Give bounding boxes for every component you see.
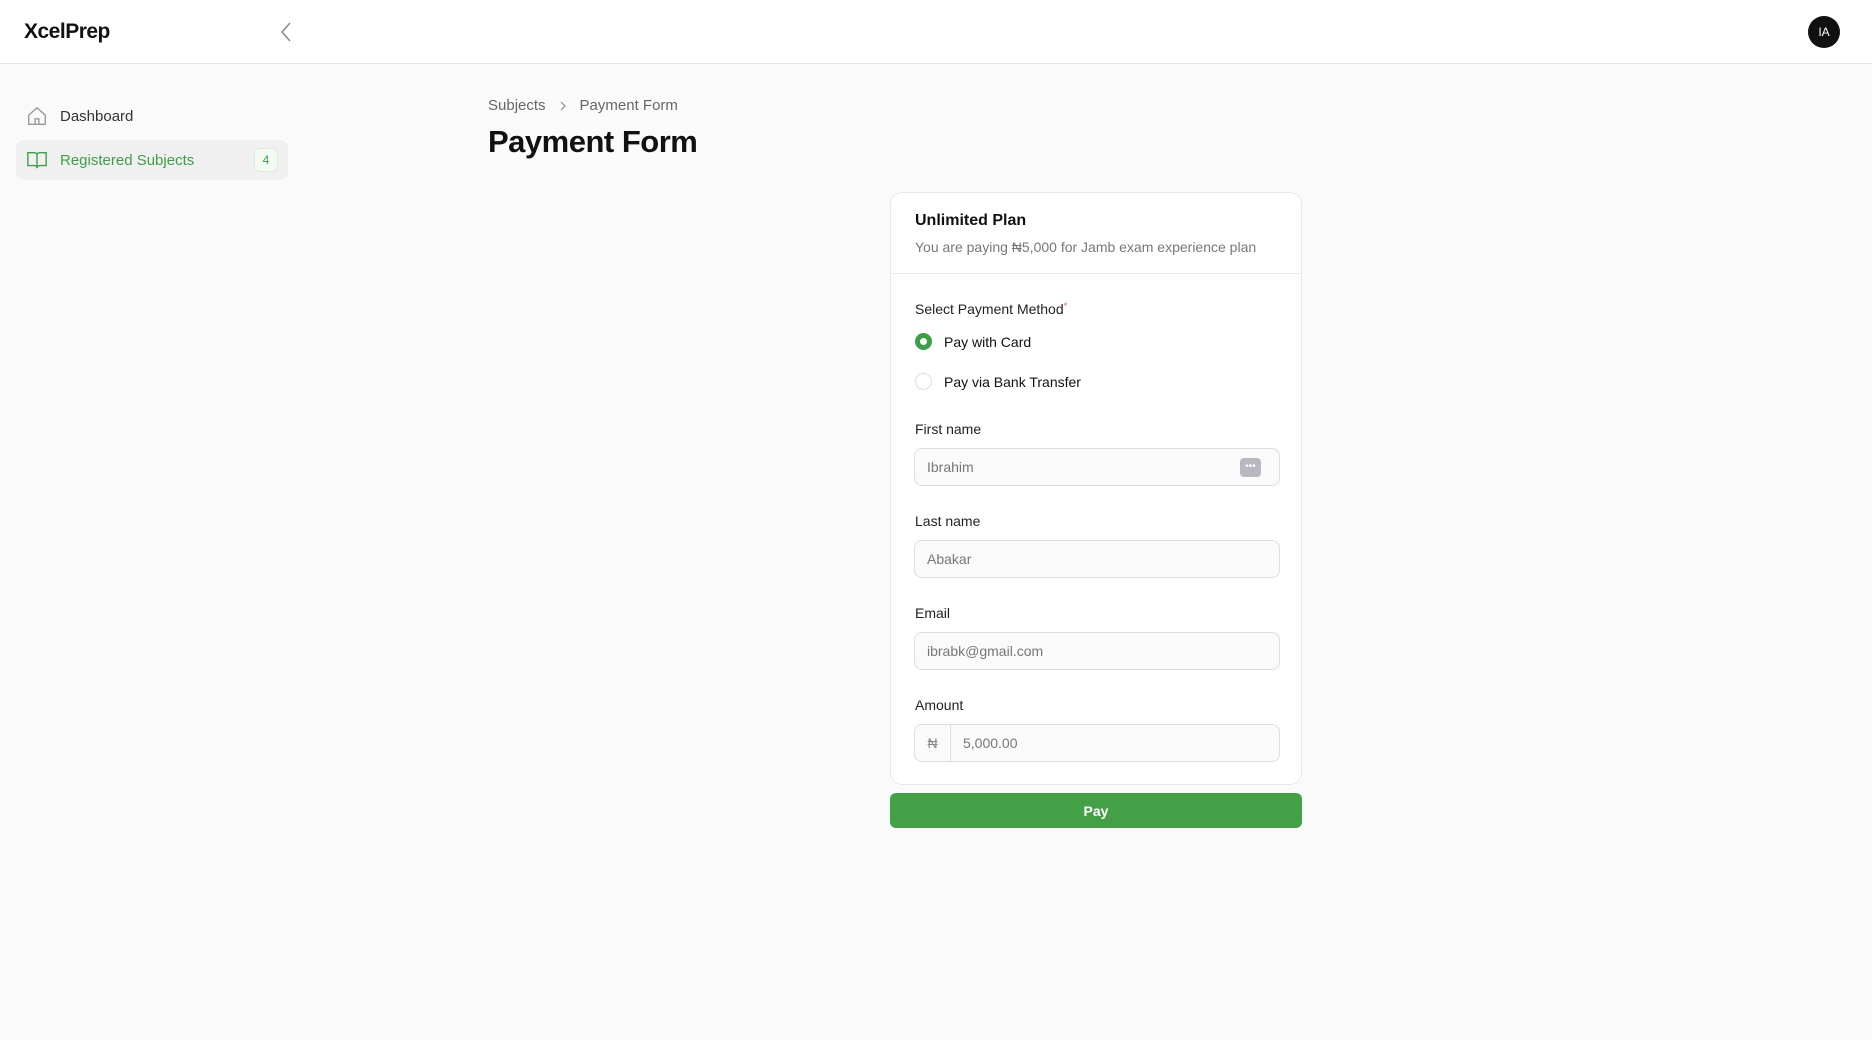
sidebar-item-registered-subjects[interactable]: Registered Subjects 4 [16, 140, 288, 180]
radio-selected[interactable] [915, 333, 932, 350]
sidebar-item-dashboard[interactable]: Dashboard [16, 96, 288, 136]
first-name-input[interactable]: Ibrahim ••• [914, 448, 1280, 486]
password-manager-icon[interactable]: ••• [1240, 458, 1261, 477]
email-label: Email [915, 605, 951, 621]
radio-pay-with-card[interactable]: Pay with Card [915, 333, 1031, 350]
count-badge: 4 [254, 148, 278, 172]
amount-input[interactable]: ₦ 5,000.00 [914, 724, 1280, 762]
logo: XcelPrep [24, 20, 110, 43]
amount-label: Amount [915, 697, 964, 713]
sidebar-item-label: Dashboard [60, 107, 134, 125]
payment-method-label: Select Payment Method* [915, 301, 1068, 317]
sidebar-item-label: Registered Subjects [60, 151, 195, 169]
plan-title: Unlimited Plan [915, 212, 1027, 229]
last-name-label: Last name [915, 513, 981, 529]
breadcrumb: Subjects Payment Form [488, 97, 678, 114]
last-name-input[interactable]: Abakar [914, 540, 1280, 578]
first-name-label: First name [915, 421, 982, 437]
pay-button[interactable]: Pay [890, 793, 1302, 828]
book-open-icon [27, 151, 47, 169]
plan-description: You are paying ₦5,000 for Jamb exam expe… [915, 239, 1257, 255]
email-input[interactable]: ibrabk@gmail.com [914, 632, 1280, 670]
avatar[interactable]: IA [1808, 16, 1840, 48]
home-icon [28, 106, 46, 125]
currency-prefix: ₦ [915, 725, 951, 761]
radio-unselected[interactable] [915, 373, 932, 390]
page-title: Payment Form [488, 124, 698, 159]
breadcrumb-current: Payment Form [579, 97, 678, 114]
radio-pay-via-bank-transfer[interactable]: Pay via Bank Transfer [915, 373, 1081, 390]
payment-card: Unlimited Plan You are paying ₦5,000 for… [890, 192, 1302, 785]
chevron-right-icon [560, 101, 566, 110]
top-bar: XcelPrep IA [0, 0, 1872, 64]
collapse-sidebar-button[interactable] [276, 20, 296, 44]
chevron-left-icon [280, 22, 291, 42]
breadcrumb-subjects[interactable]: Subjects [488, 97, 546, 114]
